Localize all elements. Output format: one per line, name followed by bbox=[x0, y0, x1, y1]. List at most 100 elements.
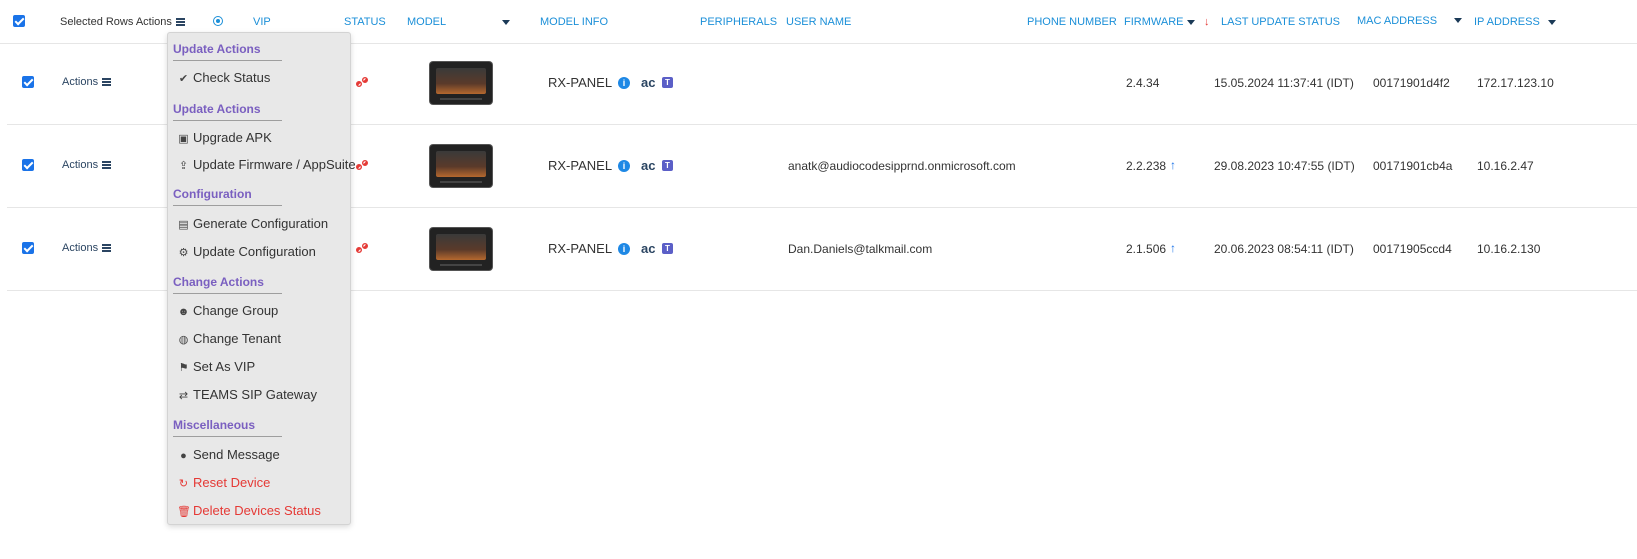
menu-item-label: Change Tenant bbox=[193, 331, 281, 346]
select-all-checkbox[interactable] bbox=[13, 15, 25, 27]
row-checkbox[interactable] bbox=[22, 76, 34, 88]
menu-item-check-status[interactable]: ✔ Check Status bbox=[177, 70, 270, 85]
row-checkbox[interactable] bbox=[22, 159, 34, 171]
checkmark-icon: ✔ bbox=[178, 73, 189, 85]
column-header-peripherals[interactable]: PERIPHERALS bbox=[700, 16, 777, 28]
device-thumbnail bbox=[430, 62, 492, 104]
column-header-status[interactable]: STATUS bbox=[344, 16, 386, 28]
menu-item-teams-sip-gateway[interactable]: ⇄ TEAMS SIP Gateway bbox=[177, 387, 317, 402]
menu-item-label: TEAMS SIP Gateway bbox=[193, 387, 318, 402]
mac-dropdown-icon[interactable] bbox=[1454, 18, 1462, 23]
menu-item-upgrade-apk[interactable]: ▣ Upgrade APK bbox=[177, 130, 272, 145]
menu-item-reset-device[interactable]: ↻ Reset Device bbox=[177, 475, 270, 490]
audiocodes-icon: ac bbox=[641, 158, 656, 173]
users-icon: ☻ bbox=[177, 306, 190, 318]
filter-icon[interactable] bbox=[213, 16, 223, 26]
menu-item-change-group[interactable]: ☻ Change Group bbox=[177, 303, 279, 318]
menu-item-update-configuration[interactable]: ⚙ Update Configuration bbox=[177, 244, 316, 259]
column-header-model-label: MODEL bbox=[407, 16, 447, 28]
upload-icon: ⇪ bbox=[178, 160, 189, 172]
row-actions-button[interactable]: Actions bbox=[62, 76, 112, 88]
menu-divider bbox=[173, 120, 282, 121]
column-header-vip[interactable]: VIP bbox=[253, 16, 271, 28]
menu-item-set-as-vip[interactable]: ⚑ Set As VIP bbox=[177, 359, 256, 374]
column-header-firmware[interactable]: FIRMWARE bbox=[1124, 16, 1196, 28]
firmware-value: 2.4.34 bbox=[1126, 76, 1160, 90]
arrow-up-icon[interactable]: ↑ bbox=[1170, 241, 1176, 255]
teams-icon: T bbox=[662, 160, 673, 171]
last-update-value: 20.06.2023 08:54:11 (IDT) bbox=[1214, 242, 1354, 256]
arrow-up-icon[interactable]: ↑ bbox=[1170, 158, 1176, 172]
hamburger-icon bbox=[102, 244, 112, 253]
info-icon[interactable]: i bbox=[618, 160, 630, 172]
column-header-last-update-status[interactable]: LAST UPDATE STATUS bbox=[1221, 16, 1340, 28]
ip-address-value: 172.17.123.10 bbox=[1477, 76, 1554, 90]
menu-item-change-tenant[interactable]: ◍ Change Tenant bbox=[177, 331, 281, 346]
sort-descending-icon[interactable]: ↓ bbox=[1204, 16, 1210, 28]
android-icon: ▣ bbox=[178, 133, 189, 145]
column-header-user-name[interactable]: USER NAME bbox=[786, 16, 851, 28]
menu-item-label: Update Firmware / AppSuite bbox=[193, 157, 356, 172]
menu-item-delete-devices-status[interactable]: 🗑 Delete Devices Status bbox=[177, 503, 321, 518]
selected-rows-actions-menu: Update Actions ✔ Check Status Update Acti… bbox=[167, 32, 356, 525]
mac-address-value: 00171901cb4a bbox=[1373, 159, 1453, 173]
device-thumbnail bbox=[430, 145, 492, 187]
column-header-mac-address[interactable]: MAC ADDRESS bbox=[1357, 15, 1437, 27]
flag-icon: ⚑ bbox=[178, 362, 189, 374]
firmware-dropdown-icon bbox=[1187, 19, 1196, 25]
firmware-value: 2.1.506 bbox=[1126, 242, 1167, 256]
menu-item-generate-configuration[interactable]: ▤ Generate Configuration bbox=[177, 216, 328, 231]
user-name-value: Dan.Daniels@talkmail.com bbox=[788, 242, 933, 256]
column-header-ip-address-label: IP ADDRESS bbox=[1474, 16, 1540, 28]
info-icon[interactable]: i bbox=[618, 243, 630, 255]
menu-item-label: Set As VIP bbox=[193, 359, 256, 374]
menu-section-configuration: Configuration bbox=[173, 187, 252, 201]
menu-item-label: Check Status bbox=[193, 70, 271, 85]
menu-section-update-actions: Update Actions bbox=[173, 102, 261, 116]
model-info-value: RX-PANEL bbox=[548, 75, 613, 90]
ip-dropdown-icon bbox=[1547, 19, 1556, 25]
ip-address-value: 10.16.2.130 bbox=[1477, 242, 1541, 256]
menu-section-change-actions: Change Actions bbox=[173, 275, 264, 289]
comment-icon: ● bbox=[180, 450, 187, 462]
menu-divider bbox=[173, 60, 282, 61]
row-actions-button[interactable]: Actions bbox=[62, 159, 112, 171]
hamburger-icon bbox=[102, 161, 112, 170]
ip-address-value: 10.16.2.47 bbox=[1477, 159, 1534, 173]
mac-address-value: 00171905ccd4 bbox=[1373, 242, 1452, 256]
row-actions-label: Actions bbox=[62, 76, 99, 88]
menu-item-label: Reset Device bbox=[193, 475, 271, 490]
menu-item-label: Update Configuration bbox=[193, 244, 316, 259]
menu-section-update-actions: Update Actions bbox=[173, 42, 261, 56]
selected-rows-actions-button[interactable]: Selected Rows Actions bbox=[60, 16, 185, 28]
info-icon[interactable]: i bbox=[618, 77, 630, 89]
row-checkbox[interactable] bbox=[22, 242, 34, 254]
disconnected-link-icon bbox=[356, 243, 368, 253]
audiocodes-icon: ac bbox=[641, 75, 656, 90]
last-update-value: 15.05.2024 11:37:41 (IDT) bbox=[1214, 76, 1354, 90]
selected-rows-actions-label: Selected Rows Actions bbox=[60, 16, 172, 28]
exchange-icon: ⇄ bbox=[178, 390, 189, 402]
model-dropdown-icon[interactable] bbox=[502, 20, 510, 25]
column-header-ip-address[interactable]: IP ADDRESS bbox=[1474, 16, 1556, 28]
menu-divider bbox=[173, 205, 282, 206]
menu-item-label: Send Message bbox=[193, 447, 280, 462]
menu-item-label: Upgrade APK bbox=[193, 130, 272, 145]
last-update-value: 29.08.2023 10:47:55 (IDT) bbox=[1214, 159, 1355, 173]
menu-section-miscellaneous: Miscellaneous bbox=[173, 418, 256, 432]
model-info-value: RX-PANEL bbox=[548, 158, 613, 173]
device-thumbnail bbox=[430, 228, 492, 270]
menu-item-update-firmware[interactable]: ⇪ Update Firmware / AppSuite bbox=[177, 157, 356, 172]
disconnected-link-icon bbox=[356, 77, 368, 87]
row-actions-button[interactable]: Actions bbox=[62, 242, 112, 254]
column-header-phone-number[interactable]: PHONE NUMBER bbox=[1027, 16, 1117, 28]
menu-item-label: Generate Configuration bbox=[193, 216, 329, 231]
menu-item-send-message[interactable]: ● Send Message bbox=[177, 447, 280, 462]
column-header-model-info[interactable]: MODEL INFO bbox=[540, 16, 608, 28]
column-header-model[interactable]: MODEL bbox=[407, 16, 446, 28]
hamburger-icon bbox=[175, 18, 185, 27]
hamburger-icon bbox=[102, 78, 112, 87]
mac-address-value: 00171901d4f2 bbox=[1373, 76, 1450, 90]
audiocodes-icon: ac bbox=[641, 241, 656, 256]
globe-icon: ◍ bbox=[178, 334, 189, 346]
